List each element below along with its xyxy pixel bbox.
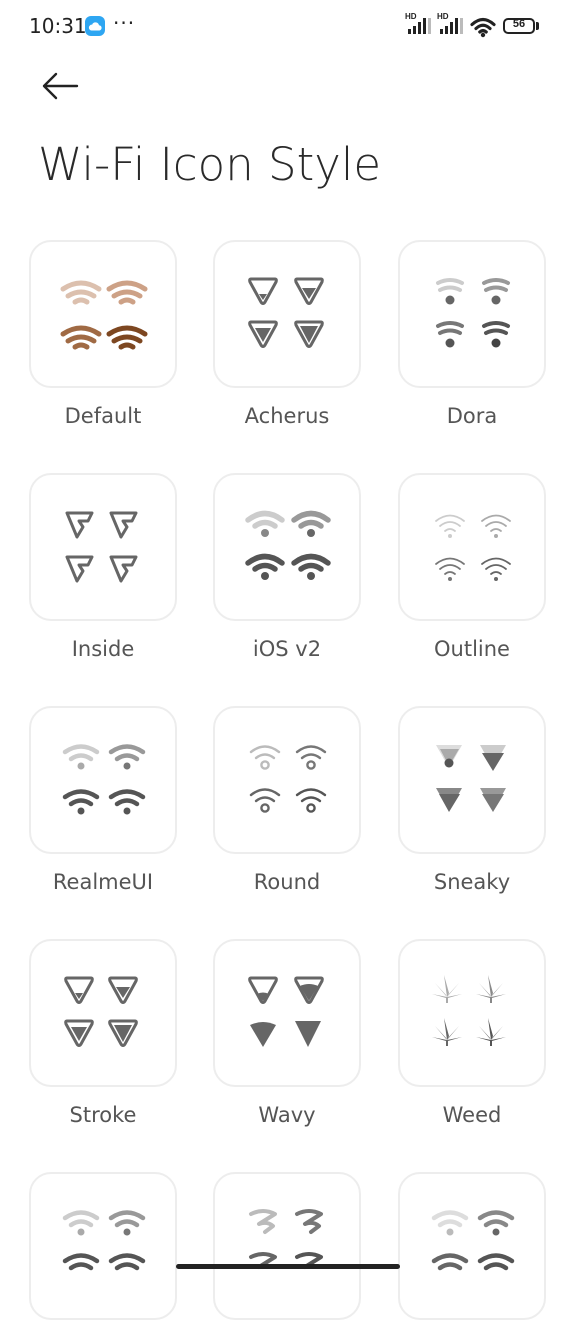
wifi-arcs-icon xyxy=(62,744,146,815)
wifi-sneaky-icon xyxy=(436,745,506,812)
battery-tip xyxy=(536,22,539,30)
style-label: Acherus xyxy=(244,404,330,428)
leaf-icon xyxy=(432,975,506,1046)
style-label: Inside xyxy=(71,637,135,661)
more-notifications-icon: ··· xyxy=(113,11,136,35)
back-button[interactable] xyxy=(38,66,82,106)
style-option-acherus[interactable] xyxy=(213,240,361,388)
style-option-outline[interactable] xyxy=(398,473,546,621)
style-option[interactable] xyxy=(29,1172,177,1320)
status-bar: 10:31 ··· HD HD 56 xyxy=(0,0,576,56)
page-title: Wi-Fi Icon Style xyxy=(38,138,382,191)
style-label: Round xyxy=(253,870,321,894)
style-label: Weed xyxy=(442,1103,502,1127)
style-label: Sneaky xyxy=(433,870,511,894)
style-label: Default xyxy=(64,404,142,428)
wifi-arcs-icon xyxy=(60,280,148,350)
wifi-outline-icon xyxy=(435,514,511,581)
style-option-inside[interactable] xyxy=(29,473,177,621)
style-option[interactable] xyxy=(213,1172,361,1320)
back-arrow-icon xyxy=(42,72,79,100)
style-label: Dora xyxy=(446,404,498,428)
style-option[interactable] xyxy=(398,1172,546,1320)
wifi-shield-icon xyxy=(64,976,138,1047)
style-label: iOS v2 xyxy=(252,637,322,661)
wifi-wavy-icon xyxy=(249,1209,323,1269)
wifi-shield-icon xyxy=(248,277,324,348)
signal-icon: HD xyxy=(437,12,463,40)
wifi-arcs-icon xyxy=(245,510,331,580)
style-option-sneaky[interactable] xyxy=(398,706,546,854)
wifi-stacked-icon xyxy=(436,278,510,348)
style-option-default[interactable] xyxy=(29,240,177,388)
status-time: 10:31 xyxy=(29,14,87,38)
wifi-folded-icon xyxy=(65,511,138,583)
style-option-stroke[interactable] xyxy=(29,939,177,1087)
style-label: RealmeUI xyxy=(52,870,154,894)
style-option-weed[interactable] xyxy=(398,939,546,1087)
signal-icon: HD xyxy=(405,12,431,40)
wifi-wavy-icon xyxy=(248,976,324,1047)
home-indicator[interactable] xyxy=(176,1264,400,1269)
wifi-arcs-icon xyxy=(62,1210,146,1271)
wifi-arcs-icon xyxy=(431,1210,515,1271)
wifi-icon xyxy=(470,16,496,42)
style-option-ios-v2[interactable] xyxy=(213,473,361,621)
battery-icon: 56 xyxy=(503,18,535,34)
style-option-dora[interactable] xyxy=(398,240,546,388)
wifi-round-icon xyxy=(249,745,327,813)
style-option-wavy[interactable] xyxy=(213,939,361,1087)
style-option-realmeui[interactable] xyxy=(29,706,177,854)
style-label: Stroke xyxy=(69,1103,137,1127)
style-label: Outline xyxy=(434,637,510,661)
style-option-round[interactable] xyxy=(213,706,361,854)
cloud-icon xyxy=(85,16,105,36)
style-label: Wavy xyxy=(258,1103,316,1127)
